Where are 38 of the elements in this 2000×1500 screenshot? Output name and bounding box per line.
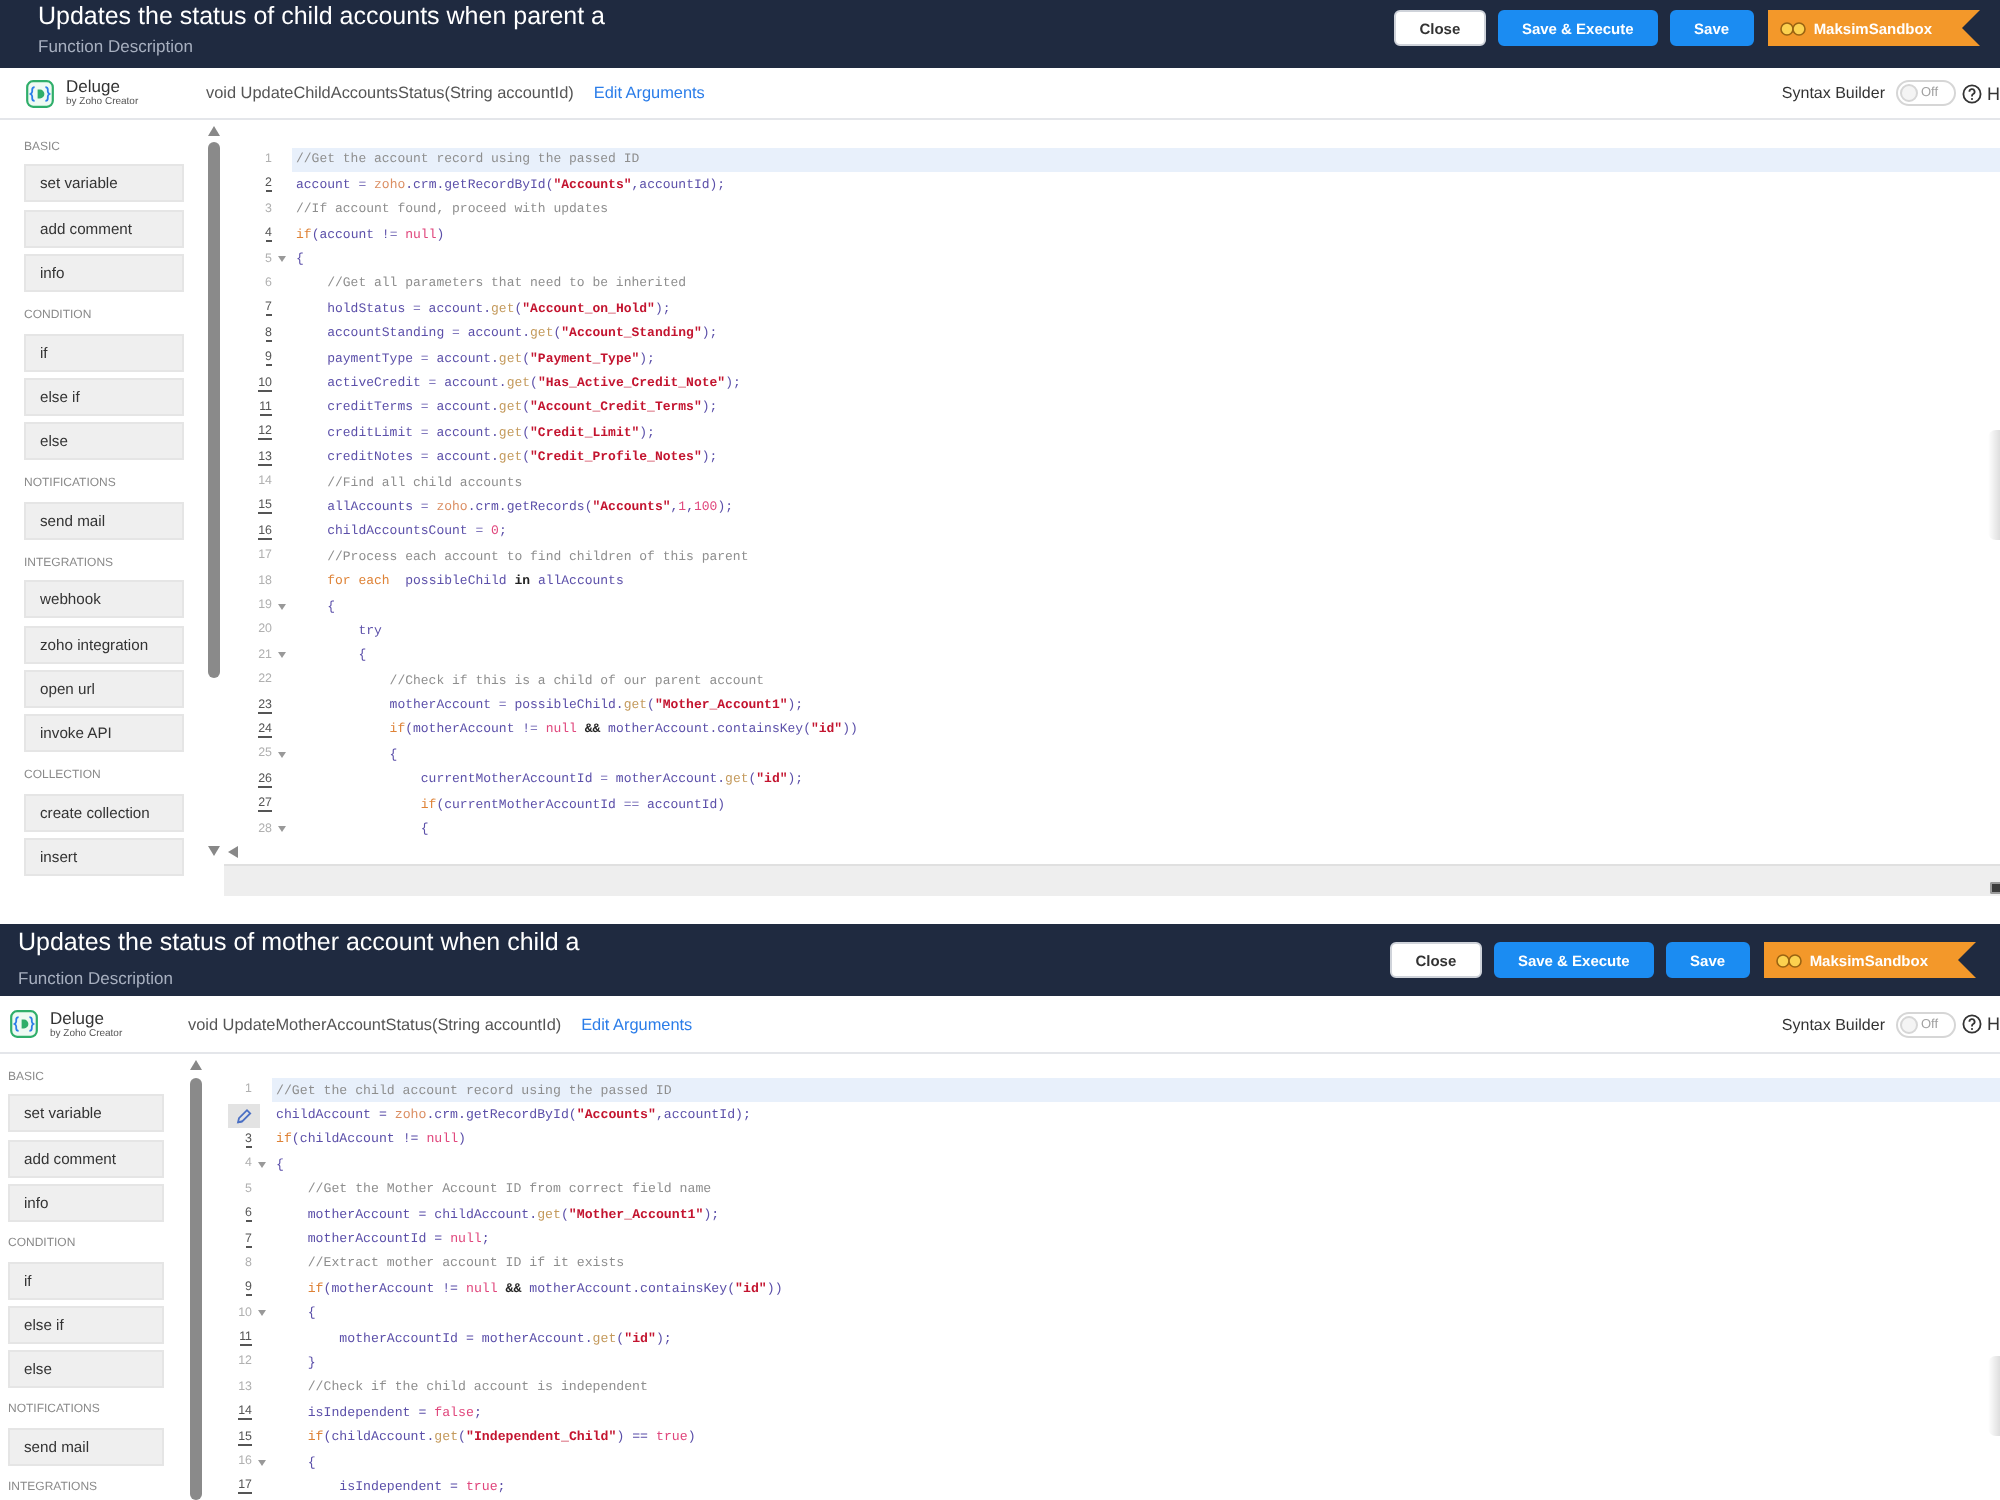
help-link[interactable]: H	[1987, 83, 2000, 103]
fold-caret-icon[interactable]	[258, 1161, 266, 1168]
help-icon[interactable]	[1961, 83, 1981, 103]
side-tab-shadow	[1988, 1356, 2000, 1436]
logo-icon	[10, 1010, 38, 1038]
scroll-left-icon[interactable]	[228, 846, 238, 859]
logo-icon	[26, 79, 54, 107]
scroll-up-icon[interactable]	[190, 1060, 202, 1070]
fold-caret-icon[interactable]	[278, 826, 286, 833]
cut-off-icon[interactable]	[1990, 881, 2000, 894]
function-title: Updates the status of mother account when child a	[18, 928, 580, 958]
edit-arguments-link[interactable]: Edit Arguments	[593, 84, 705, 102]
fold-caret-icon[interactable]	[258, 1310, 266, 1317]
fold-caret-icon[interactable]	[278, 603, 286, 610]
fold-caret-icon[interactable]	[278, 652, 286, 659]
syntax-builder-label: Syntax Builder	[1781, 84, 1885, 102]
scroll-up-icon[interactable]	[208, 126, 220, 136]
function-description: Function Description	[18, 968, 173, 988]
scrollbar-thumb[interactable]	[190, 1078, 202, 1500]
edit-arguments-link[interactable]: Edit Arguments	[581, 1015, 693, 1033]
scroll-down-icon[interactable]	[208, 846, 220, 856]
goggles-icon	[1779, 21, 1806, 35]
function-signature: void UpdateMotherAccountStatus(String accountId)	[188, 1015, 562, 1033]
syntax-builder-label: Syntax Builder	[1781, 1015, 1885, 1033]
fold-caret-icon[interactable]	[258, 1459, 266, 1466]
fold-caret-icon[interactable]	[278, 256, 286, 263]
side-tab-shadow	[1988, 430, 2000, 540]
logo-name: Deluge	[50, 1009, 104, 1027]
scrollbar-track[interactable]	[224, 863, 2000, 896]
logo-name: Deluge	[66, 78, 120, 96]
help-icon[interactable]	[1961, 1014, 1981, 1034]
function-title: Updates the status of child accounts when parent a	[38, 2, 606, 32]
function-description: Function Description	[38, 36, 193, 56]
function-signature: void UpdateChildAccountsStatus(String accountId)	[206, 84, 574, 102]
help-link[interactable]: H	[1987, 1014, 2000, 1034]
scrollbar-thumb[interactable]	[208, 142, 220, 678]
goggles-icon	[1775, 953, 1802, 967]
fold-caret-icon[interactable]	[278, 751, 286, 758]
